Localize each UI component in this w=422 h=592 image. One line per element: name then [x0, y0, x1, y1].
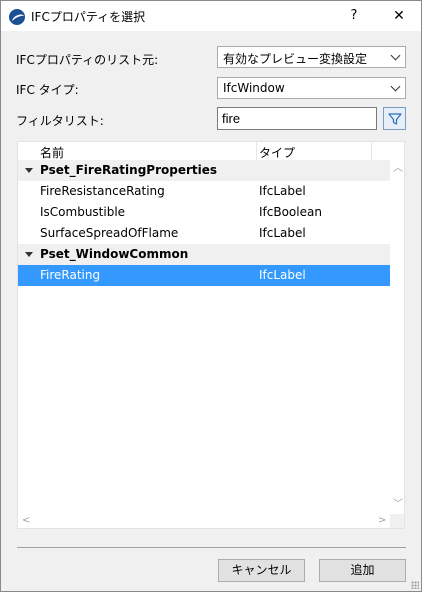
property-row-selected[interactable]: FireRating IfcLabel: [18, 265, 390, 286]
property-row[interactable]: FireResistanceRating IfcLabel: [18, 181, 390, 202]
property-name: FireRating: [40, 268, 101, 282]
ifc-type-label: IFC タイプ:: [16, 83, 79, 97]
property-type: IfcBoolean: [259, 205, 322, 219]
group-row[interactable]: Pset_FireRatingProperties: [18, 160, 390, 181]
resize-grip-icon[interactable]: [411, 581, 419, 589]
ifc-type-dropdown[interactable]: IfcWindow: [217, 77, 406, 99]
group-row[interactable]: Pset_WindowCommon: [18, 244, 390, 265]
filter-icon: [388, 113, 402, 125]
scroll-left-icon[interactable]: <: [22, 516, 30, 526]
property-row[interactable]: SurfaceSpreadOfFlame IfcLabel: [18, 223, 390, 244]
source-label: IFCプロパティのリスト元:: [16, 53, 159, 67]
chevron-down-icon: [390, 50, 401, 61]
group-name: Pset_FireRatingProperties: [40, 163, 218, 177]
property-name: SurfaceSpreadOfFlame: [40, 226, 179, 240]
property-name: IsCombustible: [40, 205, 126, 219]
scroll-up-icon[interactable]: ︿: [393, 164, 403, 174]
scroll-right-icon[interactable]: >: [378, 516, 386, 526]
column-header-name[interactable]: 名前: [40, 144, 64, 161]
ifc-type-dropdown-value: IfcWindow: [223, 81, 285, 95]
help-button[interactable]: ?: [344, 6, 364, 26]
source-dropdown-value: 有効なプレビュー変換設定: [223, 52, 368, 66]
property-type: IfcLabel: [259, 226, 306, 240]
vertical-scrollbar[interactable]: ︿ ﹀: [390, 160, 404, 514]
close-button[interactable]: ✕: [389, 6, 409, 26]
filter-button[interactable]: [383, 107, 406, 130]
property-name: FireResistanceRating: [40, 184, 165, 198]
source-dropdown[interactable]: 有効なプレビュー変換設定: [217, 46, 406, 68]
horizontal-scrollbar[interactable]: < >: [18, 514, 390, 528]
window-title: IFCプロパティを選択: [31, 10, 146, 24]
scroll-down-icon[interactable]: ﹀: [393, 500, 403, 510]
property-type: IfcLabel: [259, 268, 306, 282]
caret-down-icon[interactable]: [25, 252, 33, 257]
group-name: Pset_WindowCommon: [40, 247, 189, 261]
ifc-property-dialog: IFCプロパティを選択 ? ✕ IFCプロパティのリスト元: 有効なプレビュー変…: [0, 0, 422, 592]
cancel-button[interactable]: キャンセル: [218, 559, 305, 582]
scroll-corner: [390, 514, 404, 528]
property-tree[interactable]: 名前 タイプ Pset_FireRatingProperties FireRes…: [17, 141, 405, 529]
column-header-type[interactable]: タイプ: [259, 144, 295, 161]
filter-input[interactable]: [217, 107, 377, 130]
property-type: IfcLabel: [259, 184, 306, 198]
column-divider[interactable]: [371, 142, 372, 160]
filter-label: フィルタリスト:: [16, 114, 104, 128]
property-row[interactable]: IsCombustible IfcBoolean: [18, 202, 390, 223]
title-bar: IFCプロパティを選択 ? ✕: [1, 1, 421, 31]
chevron-down-icon: [390, 81, 401, 92]
caret-down-icon[interactable]: [25, 168, 33, 173]
divider: [17, 547, 406, 548]
tree-header: 名前 タイプ: [18, 142, 373, 160]
archicad-app-icon: [9, 9, 25, 25]
column-divider[interactable]: [256, 142, 257, 160]
add-button[interactable]: 追加: [319, 559, 406, 582]
